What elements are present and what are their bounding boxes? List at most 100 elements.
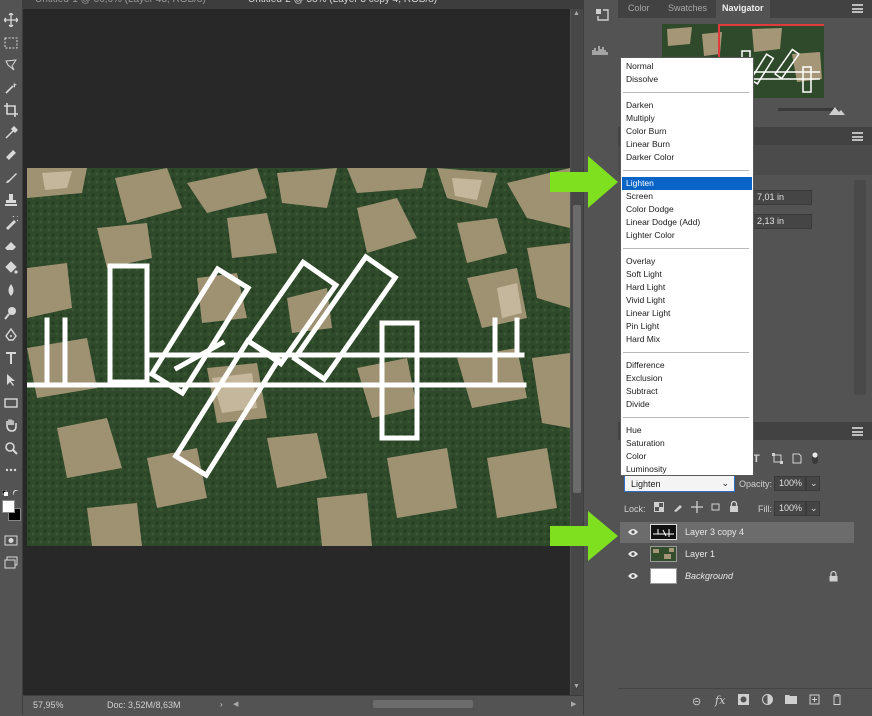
layer-row[interactable]: Layer 3 copy 4 <box>620 522 854 543</box>
new-layer-icon[interactable] <box>809 694 820 705</box>
foreground-color-swatch[interactable] <box>2 500 15 513</box>
visibility-eye-icon[interactable] <box>628 550 638 558</box>
blend-mode-option[interactable]: Overlay <box>622 255 752 268</box>
blend-mode-option[interactable]: Hue <box>622 424 752 437</box>
clone-stamp-tool-icon[interactable] <box>1 190 21 210</box>
properties-menu-icon[interactable] <box>852 132 863 141</box>
filter-toggle-icon[interactable] <box>811 451 819 465</box>
zoom-readout[interactable]: 57,95% <box>33 700 64 710</box>
smart-object-filter-icon[interactable] <box>791 453 802 464</box>
blend-mode-option[interactable]: Linear Burn <box>622 138 752 151</box>
blend-mode-option[interactable]: Exclusion <box>622 372 752 385</box>
delete-layer-icon[interactable] <box>832 694 842 705</box>
histogram-panel-icon[interactable] <box>592 44 610 56</box>
pen-tool-icon[interactable] <box>1 325 21 345</box>
magic-wand-tool-icon[interactable] <box>1 78 21 98</box>
panel-menu-icon[interactable] <box>852 4 863 13</box>
path-selection-tool-icon[interactable] <box>1 370 21 390</box>
document-tab-1[interactable]: Untitled-1 @ 66,6% (Layer 43, RGB/8) <box>35 0 206 8</box>
dodge-tool-icon[interactable] <box>1 303 21 323</box>
blend-mode-option[interactable]: Lighten <box>622 177 752 190</box>
blend-mode-option[interactable]: Divide <box>622 398 752 411</box>
fill-dropdown-icon[interactable]: ⌄ <box>806 501 820 516</box>
rectangle-tool-icon[interactable] <box>1 393 21 413</box>
lock-image-pixels-icon[interactable] <box>673 502 683 512</box>
blend-mode-option[interactable]: Luminosity <box>622 463 752 476</box>
visibility-eye-icon[interactable] <box>628 528 638 536</box>
link-layers-icon[interactable]: ⊝ <box>692 695 701 708</box>
new-group-icon[interactable] <box>785 694 797 704</box>
blend-mode-option[interactable]: Color Dodge <box>622 203 752 216</box>
tab-navigator[interactable]: Navigator <box>716 0 770 18</box>
lock-artboard-icon[interactable] <box>710 502 721 512</box>
blend-mode-option[interactable]: Normal <box>622 60 752 73</box>
blend-mode-option[interactable]: Difference <box>622 359 752 372</box>
lock-all-icon[interactable] <box>729 500 739 513</box>
blend-mode-option[interactable]: Linear Dodge (Add) <box>622 216 752 229</box>
blend-mode-option[interactable]: Lighter Color <box>622 229 752 242</box>
blend-mode-option[interactable]: Hard Mix <box>622 333 752 346</box>
blend-mode-option[interactable]: Screen <box>622 190 752 203</box>
paint-bucket-tool-icon[interactable] <box>1 258 21 278</box>
blend-mode-option[interactable]: Soft Light <box>622 268 752 281</box>
width-field[interactable]: 7,01 in <box>752 190 812 205</box>
document-tab-2[interactable]: Untitled-2 @ 58% (Layer 3 copy 4, RGB/8) <box>248 0 437 8</box>
layer-row[interactable]: Layer 1 <box>620 544 854 565</box>
horizontal-scrollbar-thumb[interactable] <box>373 700 473 708</box>
crop-tool-icon[interactable] <box>1 100 21 120</box>
lock-position-icon[interactable] <box>691 501 703 513</box>
blend-mode-option[interactable]: Darken <box>622 99 752 112</box>
healing-brush-tool-icon[interactable] <box>1 145 21 165</box>
history-panel-icon[interactable] <box>595 8 609 22</box>
zoom-tool-icon[interactable] <box>1 438 21 458</box>
layers-menu-icon[interactable] <box>852 427 863 436</box>
opacity-dropdown-icon[interactable]: ⌄ <box>806 476 820 491</box>
blend-mode-option[interactable]: Multiply <box>622 112 752 125</box>
aerial-image[interactable] <box>27 168 570 546</box>
tab-color[interactable]: Color <box>622 0 656 18</box>
blend-mode-option[interactable]: Hard Light <box>622 281 752 294</box>
blend-mode-option[interactable]: Pin Light <box>622 320 752 333</box>
more-tools-icon[interactable] <box>1 460 21 480</box>
eyedropper-tool-icon[interactable] <box>1 123 21 143</box>
blend-mode-option[interactable]: Linear Light <box>622 307 752 320</box>
swap-colors-icon[interactable] <box>12 487 19 496</box>
blend-mode-option[interactable]: Color Burn <box>622 125 752 138</box>
blend-mode-option[interactable]: Subtract <box>622 385 752 398</box>
add-mask-icon[interactable] <box>738 694 749 705</box>
layer-effects-icon[interactable]: fx <box>715 694 725 707</box>
marquee-tool-icon[interactable] <box>1 33 21 53</box>
status-menu-arrow-icon[interactable]: › <box>220 700 223 709</box>
blend-mode-option[interactable]: Dissolve <box>622 73 752 86</box>
height-field[interactable]: 2,13 in <box>752 214 812 229</box>
scroll-down-icon[interactable]: ▼ <box>573 683 580 690</box>
quick-mask-icon[interactable] <box>1 530 21 550</box>
brush-tool-icon[interactable] <box>1 168 21 188</box>
blend-mode-select[interactable]: Lighten ⌄ <box>624 475 735 492</box>
eraser-tool-icon[interactable] <box>1 235 21 255</box>
default-colors-icon[interactable] <box>1 487 8 496</box>
lock-transparent-pixels-icon[interactable] <box>654 502 664 512</box>
blend-mode-option[interactable]: Saturation <box>622 437 752 450</box>
type-filter-icon[interactable]: T <box>753 453 760 465</box>
move-tool-icon[interactable] <box>1 10 21 30</box>
layer-row[interactable]: Background <box>620 566 854 587</box>
zoom-in-mountains-icon[interactable] <box>828 104 846 116</box>
blend-mode-option[interactable]: Vivid Light <box>622 294 752 307</box>
screen-mode-icon[interactable] <box>1 553 21 573</box>
tab-swatches[interactable]: Swatches <box>662 0 713 18</box>
shape-filter-icon[interactable] <box>772 453 783 464</box>
opacity-field[interactable]: 100% <box>774 476 806 491</box>
scroll-up-icon[interactable]: ▲ <box>573 10 580 17</box>
scroll-right-icon[interactable]: ▶ <box>571 700 576 708</box>
visibility-eye-icon[interactable] <box>628 572 638 580</box>
scroll-left-icon[interactable]: ◀ <box>233 700 238 708</box>
history-brush-tool-icon[interactable] <box>1 213 21 233</box>
hand-tool-icon[interactable] <box>1 415 21 435</box>
properties-scrollbar[interactable] <box>854 180 866 395</box>
type-tool-icon[interactable] <box>1 348 21 368</box>
adjustment-layer-icon[interactable] <box>762 694 773 705</box>
vertical-scrollbar-thumb[interactable] <box>573 205 581 493</box>
lasso-tool-icon[interactable] <box>1 55 21 75</box>
fill-field[interactable]: 100% <box>774 501 806 516</box>
